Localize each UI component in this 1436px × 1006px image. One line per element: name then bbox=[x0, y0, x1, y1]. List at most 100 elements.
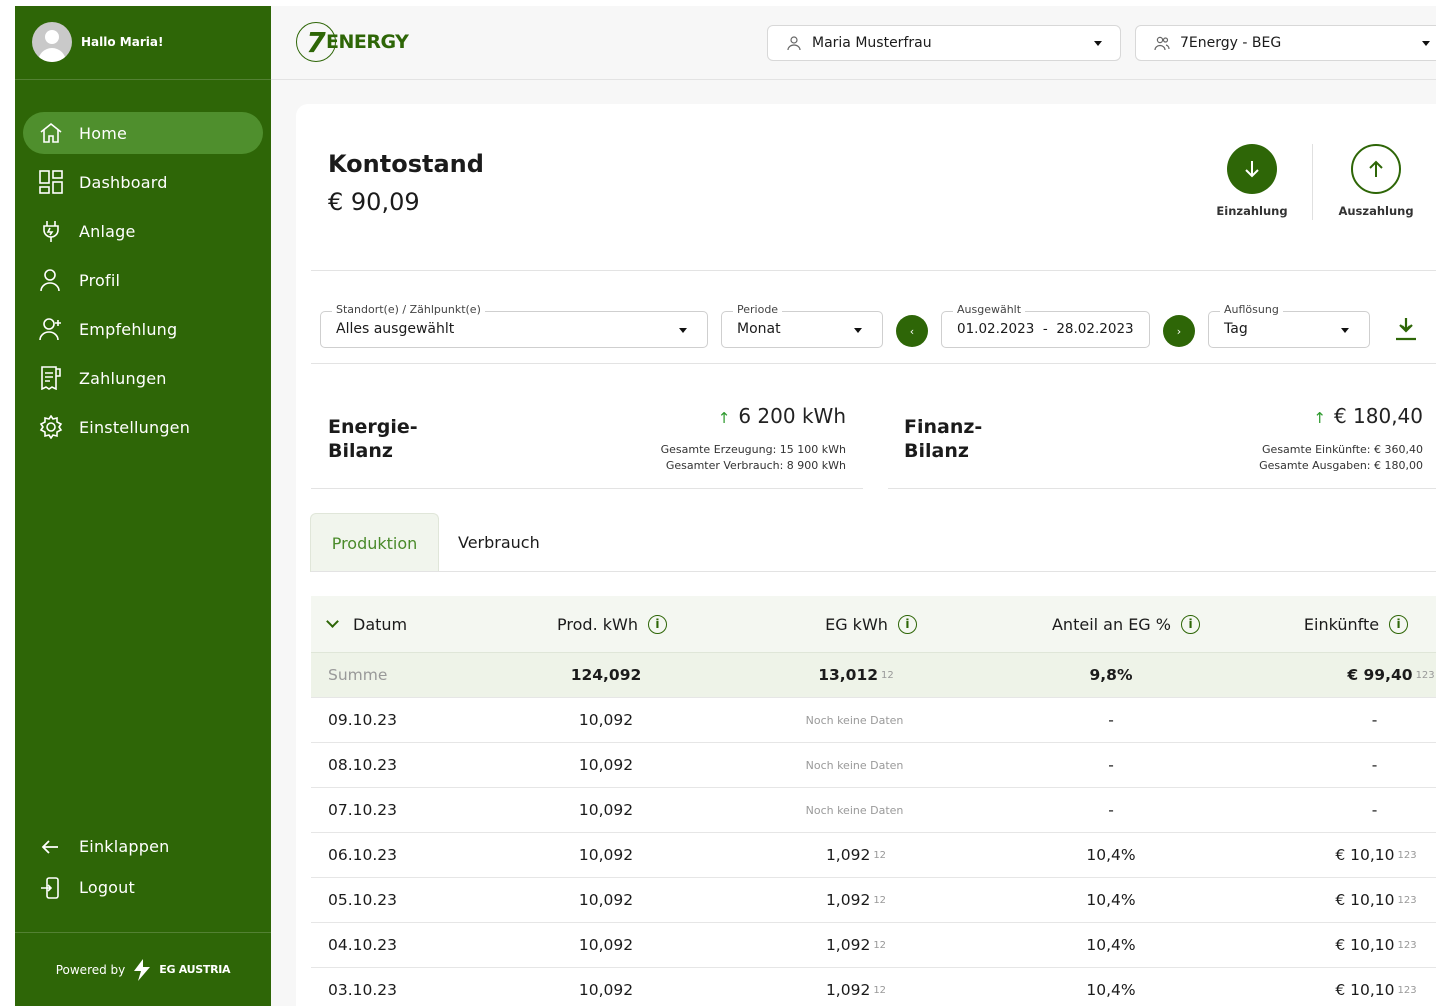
user-panel: Hallo Maria! bbox=[15, 6, 271, 80]
summary-income: € 99,40 123 bbox=[1326, 653, 1436, 697]
cell-date: 04.10.23 bbox=[328, 936, 398, 954]
sort-date-header[interactable]: Datum bbox=[326, 596, 408, 652]
location-select[interactable]: Standort(e) / Zählpunkt(e) Alles ausgewä… bbox=[320, 303, 708, 348]
account-balance: € 90,09 bbox=[328, 188, 420, 216]
table-row[interactable]: 03.10.23 10,092 1,092 12 10,4% € 10,10 123 bbox=[311, 968, 1436, 1006]
energy-value: 6 200 kWh bbox=[738, 404, 846, 428]
table-row[interactable]: 08.10.23 10,092 Noch keine Daten - - bbox=[311, 743, 1436, 788]
cell-income: € 10,10 123 bbox=[1311, 833, 1436, 877]
divider bbox=[311, 363, 1436, 364]
chevron-down-icon bbox=[1094, 41, 1102, 46]
table-row[interactable]: 09.10.23 10,092 Noch keine Daten - - bbox=[311, 698, 1436, 743]
header-eg-kwh: EG kWh i bbox=[811, 596, 931, 652]
sidebar-item-label: Profil bbox=[79, 270, 121, 290]
cell-eg: Noch keine Daten bbox=[791, 743, 921, 787]
user-select[interactable]: Maria Musterfrau bbox=[767, 25, 1121, 61]
energy-balance-title: Energie- Bilanz bbox=[328, 415, 418, 463]
tab-production[interactable]: Produktion bbox=[310, 513, 439, 572]
download-icon[interactable] bbox=[1394, 316, 1418, 342]
info-icon[interactable]: i bbox=[1389, 614, 1409, 634]
cell-eg-sup: 12 bbox=[873, 984, 887, 996]
cell-income: € 10,10 123 bbox=[1311, 923, 1436, 967]
cell-income-value: - bbox=[1371, 756, 1378, 774]
sidebar-item-einstellungen[interactable]: Einstellungen bbox=[23, 406, 263, 448]
selected-label: Ausgewählt bbox=[953, 303, 1026, 316]
cell-eg-value: Noch keine Daten bbox=[805, 713, 904, 727]
divider bbox=[311, 488, 863, 489]
info-icon[interactable]: i bbox=[1181, 614, 1200, 634]
header-share: Anteil an EG % i bbox=[1051, 596, 1201, 652]
table-row[interactable]: 07.10.23 10,092 Noch keine Daten - - bbox=[311, 788, 1436, 833]
selected-value: 01.02.2023 - 28.02.2023 bbox=[957, 321, 1134, 337]
sidebar-item-home[interactable]: Home bbox=[23, 112, 263, 154]
sidebar-item-anlage[interactable]: Anlage bbox=[23, 210, 263, 252]
cell-income-value: € 10,10 bbox=[1335, 846, 1395, 864]
deposit-button[interactable]: Einzahlung bbox=[1202, 144, 1302, 218]
withdraw-button[interactable]: Auszahlung bbox=[1326, 144, 1426, 218]
summary-label: Summe bbox=[328, 666, 388, 684]
sidebar-item-label: Empfehlung bbox=[79, 319, 178, 339]
collapse-button[interactable]: Einklappen bbox=[23, 826, 263, 867]
resolution-value: Tag bbox=[1224, 321, 1248, 337]
cell-prod: 10,092 bbox=[578, 711, 634, 729]
cell-eg-sup: 12 bbox=[873, 894, 887, 906]
finance-total-expenses: Gesamte Ausgaben: € 180,00 bbox=[1259, 459, 1423, 472]
account-title: Kontostand bbox=[328, 150, 484, 178]
app-logo[interactable]: 7 ENERGY bbox=[296, 22, 409, 62]
cell-income-sup: 123 bbox=[1397, 939, 1417, 951]
sidebar-item-label: Dashboard bbox=[79, 172, 168, 192]
action-divider bbox=[1312, 144, 1313, 220]
info-icon[interactable]: i bbox=[897, 614, 917, 634]
community-select[interactable]: 7Energy - BEG bbox=[1135, 25, 1436, 61]
header-income: Einkünfte i bbox=[1296, 596, 1416, 652]
table-header: Datum Prod. kWh i EG kWh i Anteil an EG % i… bbox=[311, 596, 1436, 653]
sidebar-item-dashboard[interactable]: Dashboard bbox=[23, 161, 263, 203]
sidebar-item-profil[interactable]: Profil bbox=[23, 259, 263, 301]
sidebar-item-empfehlung[interactable]: Empfehlung bbox=[23, 308, 263, 350]
header-label: EG kWh bbox=[825, 614, 888, 634]
cell-eg: 1,092 12 bbox=[791, 923, 921, 967]
next-period-button[interactable]: › bbox=[1163, 315, 1195, 347]
powered-by-text: Powered by bbox=[55, 962, 126, 977]
chevron-down-icon bbox=[1341, 328, 1349, 333]
resolution-select[interactable]: Auflösung Tag bbox=[1208, 303, 1370, 348]
table-body: 09.10.23 10,092 Noch keine Daten - - 08.… bbox=[311, 698, 1436, 1006]
tabs-divider bbox=[311, 571, 1436, 572]
sidebar-item-zahlungen[interactable]: Zahlungen bbox=[23, 357, 263, 399]
finance-balance-value: ↑ € 180,40 bbox=[1313, 404, 1423, 428]
table-row[interactable]: 04.10.23 10,092 1,092 12 10,4% € 10,10 123 bbox=[311, 923, 1436, 968]
energy-title-line-2: Bilanz bbox=[328, 440, 393, 462]
period-label: Periode bbox=[733, 303, 783, 316]
app-root: Hallo Maria! Home Dashboard Anlage Profi… bbox=[0, 0, 1436, 1006]
cell-date: 09.10.23 bbox=[328, 711, 398, 729]
info-icon[interactable]: i bbox=[647, 614, 667, 634]
date-range-field[interactable]: Ausgewählt 01.02.2023 - 28.02.2023 bbox=[941, 303, 1150, 348]
period-select[interactable]: Periode Monat bbox=[721, 303, 883, 348]
finance-balance-title: Finanz- Bilanz bbox=[904, 415, 982, 463]
cell-income-value: - bbox=[1371, 801, 1378, 819]
cell-date: 08.10.23 bbox=[328, 756, 398, 774]
cell-eg: 1,092 12 bbox=[791, 968, 921, 1006]
plug-icon bbox=[43, 221, 59, 242]
logout-icon bbox=[41, 877, 59, 899]
users-icon bbox=[1154, 36, 1170, 51]
arrow-up-icon: ↑ bbox=[1313, 409, 1326, 427]
table-row[interactable]: 06.10.23 10,092 1,092 12 10,4% € 10,10 123 bbox=[311, 833, 1436, 878]
header-label: Datum bbox=[353, 614, 408, 634]
table-row[interactable]: 05.10.23 10,092 1,092 12 10,4% € 10,10 123 bbox=[311, 878, 1436, 923]
previous-period-button[interactable]: ‹ bbox=[896, 315, 928, 347]
finance-value: € 180,40 bbox=[1333, 404, 1423, 428]
cell-eg-value: Noch keine Daten bbox=[805, 758, 904, 772]
community-select-value: 7Energy - BEG bbox=[1180, 35, 1282, 51]
sidebar-bottom: Einklappen Logout bbox=[23, 826, 263, 908]
avatar[interactable] bbox=[32, 22, 72, 62]
finance-title-line-2: Bilanz bbox=[904, 440, 969, 462]
tab-consumption[interactable]: Verbrauch bbox=[458, 533, 540, 552]
cell-income-value: € 10,10 bbox=[1335, 936, 1395, 954]
logout-label: Logout bbox=[79, 878, 135, 897]
summary-eg-value: 13,012 bbox=[818, 666, 879, 684]
eg-austria-logo-icon bbox=[134, 958, 151, 981]
logout-button[interactable]: Logout bbox=[23, 867, 263, 908]
cell-income-sup: 123 bbox=[1397, 984, 1417, 996]
user-icon bbox=[787, 36, 801, 51]
